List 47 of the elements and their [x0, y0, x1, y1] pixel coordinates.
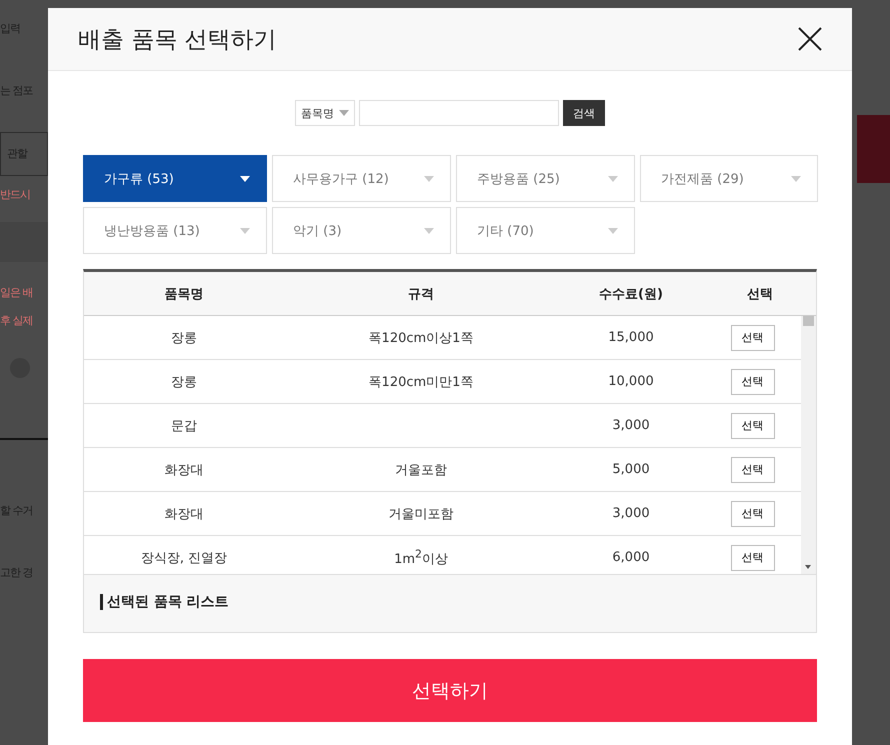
column-header: 규격 — [407, 286, 435, 302]
category-tab[interactable]: 주방용품 (25) — [456, 155, 635, 202]
table-cell-text: 3,000 — [611, 506, 651, 521]
scrollbar[interactable] — [801, 316, 816, 574]
modal-title: 배출 품목 선택하기 — [78, 26, 277, 54]
background-notice: 반드시 — [0, 187, 31, 203]
background-notice: 일은 배 — [0, 285, 34, 301]
filter-dropdown[interactable]: 품목명 — [295, 100, 355, 126]
category-tab[interactable]: 사무용가구 (12) — [272, 155, 451, 202]
column-header: 품목명 — [164, 286, 204, 302]
table-cell-text: 문갑 — [170, 418, 198, 434]
search-field[interactable] — [359, 100, 559, 126]
table-cell-text: 5,000 — [611, 462, 651, 477]
table-cell-text: 거울미포함 — [388, 506, 454, 522]
select-button[interactable]: 선택 — [730, 500, 774, 526]
table-cell-text: 15,000 — [607, 330, 655, 345]
table-cell-text: 3,000 — [611, 418, 651, 433]
category-tab[interactable]: 기타 (70) — [456, 207, 635, 254]
table-cell-text: 화장대 — [164, 506, 204, 522]
category-tab[interactable]: 냉난방용품 (13) — [83, 207, 267, 254]
table-cell-text: 폭120cm이상1쪽 — [368, 330, 474, 346]
column-header: 수수료(원) — [598, 286, 664, 302]
table-cell-text: 거울포함 — [394, 462, 448, 478]
category-tab[interactable]: 악기 (3) — [272, 207, 451, 254]
select-button[interactable]: 선택 — [730, 412, 774, 438]
category-tab[interactable]: 가전제품 (29) — [640, 155, 818, 202]
table-cell-text: 장롱 — [170, 330, 198, 346]
select-button[interactable]: 선택 — [730, 456, 774, 482]
category-tab[interactable]: 가구류 (53) — [83, 155, 267, 202]
close-icon[interactable] — [798, 27, 822, 51]
table-cell-text: 6,000 — [611, 550, 651, 565]
background-notice: 후 실제 — [0, 313, 34, 329]
table-cell-text: 10,000 — [607, 374, 655, 389]
selected-list-title: 선택된 품목 리스트 — [100, 594, 229, 610]
background-banner — [857, 115, 890, 183]
table-cell-text: 장롱 — [170, 374, 198, 390]
table-cell-text: 장식장, 진열장 — [140, 550, 228, 566]
column-header: 선택 — [746, 286, 774, 302]
select-button[interactable]: 선택 — [730, 368, 774, 394]
select-button[interactable]: 선택 — [730, 544, 774, 570]
search-button[interactable]: 검색 — [563, 100, 605, 126]
select-button[interactable]: 선택 — [730, 324, 774, 350]
background-band — [0, 222, 48, 262]
table-cell-text: 화장대 — [164, 462, 204, 478]
submit-button[interactable]: 선택하기 — [83, 659, 817, 722]
table-cell-text: 폭120cm미만1쪽 — [368, 374, 474, 390]
table-cell-text: 1m$^{2}$이상 — [393, 547, 449, 568]
